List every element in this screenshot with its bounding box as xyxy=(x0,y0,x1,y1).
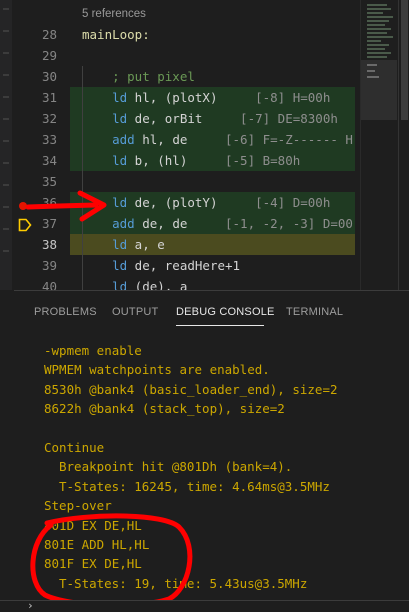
line-number-label: 35 xyxy=(41,174,57,189)
code-token: de, (plotY) xyxy=(127,195,256,210)
code-line[interactable]: mainLoop: xyxy=(70,24,355,45)
code-line[interactable]: add de, de [-1, -2, -3] D=00 xyxy=(70,213,355,234)
console-line: 8530h @bank4 (basic_loader_end), size=2 xyxy=(44,381,338,397)
code-token: mainLoop: xyxy=(82,27,150,42)
code-token: ld xyxy=(82,279,128,290)
code-token: [-1, -2, -3] D=00 xyxy=(225,216,353,231)
minimap[interactable] xyxy=(360,0,397,290)
code-token: [-5] B=80h xyxy=(225,153,301,168)
code-token: [-4] D=00h xyxy=(255,195,331,210)
line-number-label: 39 xyxy=(41,258,57,273)
code-token: [-8] H=00h xyxy=(255,90,331,105)
console-line: T-States: 16245, time: 4.64ms@3.5MHz xyxy=(59,478,330,494)
code-token: [-7] DE=8300h xyxy=(240,111,338,126)
editor-scrollbar[interactable] xyxy=(398,0,409,290)
code-token: ld xyxy=(82,111,128,126)
console-line: -wpmem enable xyxy=(44,343,142,358)
tab-debug-console[interactable]: DEBUG CONSOLE xyxy=(176,306,275,318)
console-input-bar[interactable]: › xyxy=(0,599,409,612)
red-circle-annotation xyxy=(30,513,193,608)
code-token: b, (hl) xyxy=(127,153,225,168)
line-number-label: 34 xyxy=(41,153,57,168)
code-line[interactable]: ld (de), a xyxy=(70,276,355,290)
code-token: ld xyxy=(82,90,128,105)
code-editor[interactable]: 5 references 282930313233343536373839404… xyxy=(0,0,409,290)
line-number-label: 28 xyxy=(41,27,57,42)
code-token: [-6] F=-Z------ H xyxy=(225,132,353,147)
line-number-label: 38 xyxy=(41,237,57,252)
code-line[interactable] xyxy=(70,171,355,192)
code-token: hl, de xyxy=(134,132,225,147)
code-token: (de), a xyxy=(127,279,188,290)
line-number-label: 33 xyxy=(41,132,57,147)
console-line: Continue xyxy=(44,440,105,455)
code-line[interactable]: ld de, readHere+1 xyxy=(70,255,355,276)
line-number[interactable]: 29 xyxy=(0,45,62,66)
code-token: ld xyxy=(82,258,128,273)
tab-terminal[interactable]: TERMINAL xyxy=(286,306,343,318)
line-number-label: 40 xyxy=(41,279,57,290)
code-token: de, orBit xyxy=(127,111,241,126)
line-number[interactable]: 35 xyxy=(0,171,62,192)
code-line[interactable] xyxy=(70,45,355,66)
code-line[interactable]: ; put pixel xyxy=(70,66,355,87)
panel-tabs: PROBLEMS OUTPUT DEBUG CONSOLE TERMINAL xyxy=(14,291,409,335)
console-line: 8622h @bank4 (stack_top), size=2 xyxy=(44,401,285,417)
red-arrow-annotation xyxy=(26,190,107,222)
code-line[interactable]: ld de, (plotY) [-4] D=00h xyxy=(70,192,355,213)
line-number[interactable]: 39 xyxy=(0,255,62,276)
code-line[interactable]: ld hl, (plotX) [-8] H=00h xyxy=(70,87,355,108)
line-number[interactable]: 40 xyxy=(0,276,62,290)
tab-output[interactable]: OUTPUT xyxy=(112,306,158,318)
line-number[interactable]: 28 xyxy=(0,24,62,45)
code-token: de, readHere+1 xyxy=(127,258,241,273)
line-number[interactable]: 38 xyxy=(0,234,62,255)
code-token: hl, (plotX) xyxy=(127,90,256,105)
line-number-label: 30 xyxy=(41,69,57,84)
code-token: ld xyxy=(82,153,128,168)
code-line[interactable]: add hl, de [-6] F=-Z------ H xyxy=(70,129,355,150)
line-number[interactable]: 32 xyxy=(0,108,62,129)
code-token: ; put pixel xyxy=(82,69,195,84)
line-number[interactable]: 33 xyxy=(0,129,62,150)
codelens-references[interactable]: 5 references xyxy=(82,8,146,20)
line-number[interactable]: 31 xyxy=(0,87,62,108)
line-number-label: 29 xyxy=(41,48,57,63)
active-tab-indicator xyxy=(176,325,264,326)
line-number-label: 32 xyxy=(41,111,57,126)
code-token: add xyxy=(82,132,135,147)
console-line: WPMEM watchpoints are enabled. xyxy=(44,362,270,378)
code-token: de, de xyxy=(134,216,225,231)
tab-problems[interactable]: PROBLEMS xyxy=(34,306,97,318)
console-line: Breakpoint hit @801Dh (bank=4). xyxy=(59,459,293,475)
indent-guide xyxy=(82,171,83,192)
code-line[interactable]: ld a, e xyxy=(70,234,355,255)
chevron-right-icon: › xyxy=(27,599,34,612)
code-token: a, e xyxy=(127,237,165,252)
line-number-label: 31 xyxy=(41,90,57,105)
code-line[interactable]: ld b, (hl) [-5] B=80h xyxy=(70,150,355,171)
line-number[interactable]: 34 xyxy=(0,150,62,171)
code-line[interactable]: ld de, orBit [-7] DE=8300h xyxy=(70,108,355,129)
bottom-panel: PROBLEMS OUTPUT DEBUG CONSOLE TERMINAL -… xyxy=(14,290,409,611)
code-token: ld xyxy=(82,237,128,252)
line-number[interactable]: 30 xyxy=(0,66,62,87)
